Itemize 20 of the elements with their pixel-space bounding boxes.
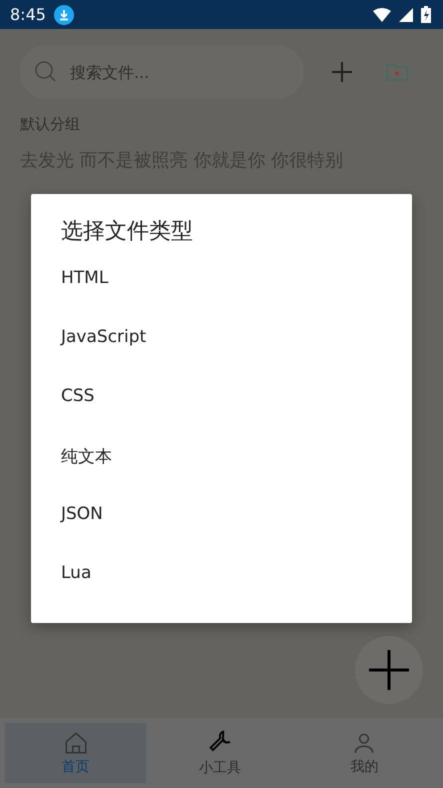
battery-icon — [421, 6, 431, 23]
wifi-icon — [373, 8, 391, 22]
file-type-option[interactable]: CSS — [61, 386, 94, 445]
file-type-option[interactable]: Lua — [61, 563, 92, 622]
plus-icon — [367, 648, 411, 692]
home-icon — [62, 730, 89, 756]
folder-upload-icon — [386, 63, 408, 81]
dialog-title: 选择文件类型 — [61, 218, 194, 246]
file-type-option[interactable]: 纯文本 — [61, 445, 112, 504]
plus-icon — [330, 60, 354, 84]
file-type-option[interactable]: JavaScript — [61, 327, 146, 386]
file-type-option[interactable]: HTML — [61, 268, 108, 327]
search-bar[interactable]: 搜索文件... — [20, 45, 304, 99]
search-input[interactable]: 搜索文件... — [68, 62, 272, 82]
search-icon — [34, 60, 58, 84]
download-icon — [54, 4, 74, 24]
file-type-option[interactable]: JSON — [61, 504, 103, 563]
status-time: 8:45 — [10, 5, 46, 24]
signal-icon — [399, 8, 413, 22]
group-title: 默认分组 — [19, 114, 81, 134]
